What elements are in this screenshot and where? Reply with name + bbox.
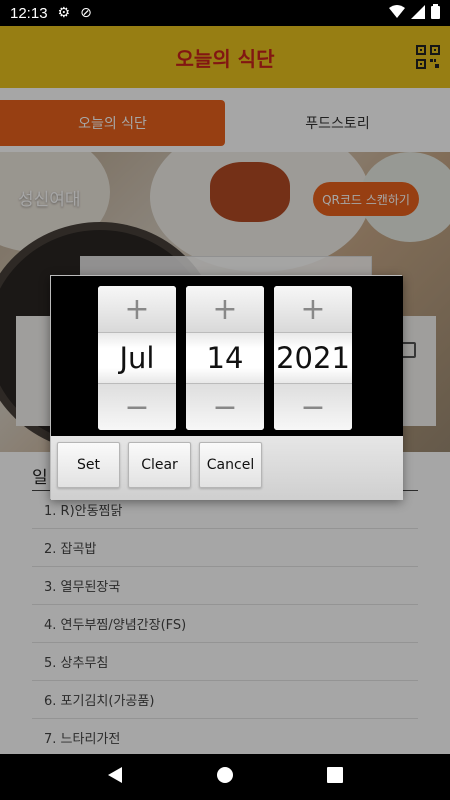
status-bar: 12:13 ⚙ ⊘ [0, 0, 450, 26]
day-spinner: + 14 − [186, 286, 264, 430]
year-value[interactable]: 2021 [274, 332, 352, 384]
home-icon[interactable] [216, 766, 234, 788]
picker-spinners: + Jul − + 14 − + 2021 − [51, 276, 403, 436]
back-icon[interactable] [107, 766, 123, 788]
month-decrement-button[interactable]: − [98, 384, 176, 430]
clear-button[interactable]: Clear [128, 442, 191, 488]
month-value[interactable]: Jul [98, 332, 176, 384]
battery-icon [431, 3, 440, 23]
status-time: 12:13 [10, 4, 48, 22]
wifi-icon [389, 4, 405, 23]
dialog-button-row: Set Clear Cancel [51, 436, 403, 500]
day-decrement-button[interactable]: − [186, 384, 264, 430]
navigation-bar [0, 754, 450, 800]
signal-icon [411, 4, 425, 23]
cancel-button[interactable]: Cancel [199, 442, 262, 488]
set-button[interactable]: Set [57, 442, 120, 488]
no-disturb-icon: ⊘ [80, 5, 92, 21]
settings-gear-icon: ⚙ [57, 5, 71, 21]
year-decrement-button[interactable]: − [274, 384, 352, 430]
year-increment-button[interactable]: + [274, 286, 352, 332]
date-picker-dialog: + Jul − + 14 − + 2021 − Set Clear Cancel [50, 275, 403, 500]
recents-icon[interactable] [327, 767, 344, 787]
day-value[interactable]: 14 [186, 332, 264, 384]
year-spinner: + 2021 − [274, 286, 352, 430]
month-spinner: + Jul − [98, 286, 176, 430]
day-increment-button[interactable]: + [186, 286, 264, 332]
month-increment-button[interactable]: + [98, 286, 176, 332]
